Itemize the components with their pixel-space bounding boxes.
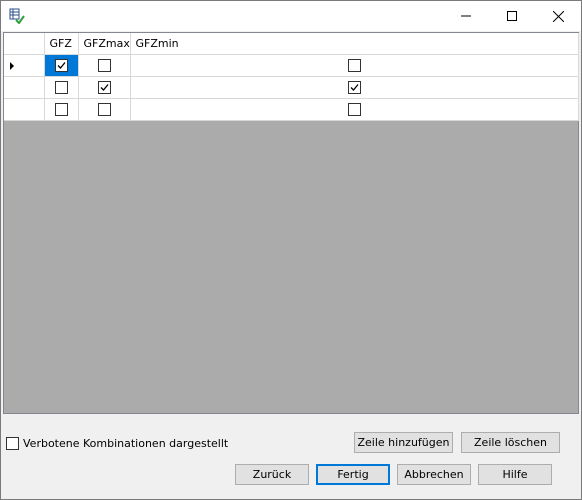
checkbox[interactable]: [54, 59, 68, 73]
cell-gfz[interactable]: [44, 76, 79, 99]
row-header[interactable]: [4, 54, 45, 77]
checkbox[interactable]: [347, 81, 361, 95]
checkbox[interactable]: [54, 103, 68, 117]
forbidden-combinations-checkbox[interactable]: [6, 437, 19, 450]
add-row-button[interactable]: Zeile hinzufügen: [354, 432, 453, 453]
cell-gfzmax[interactable]: [78, 54, 131, 77]
cancel-button[interactable]: Abbrechen: [397, 464, 471, 485]
maximize-icon: [507, 11, 517, 21]
minimize-icon: [461, 15, 471, 17]
combination-grid[interactable]: GFZ GFZmax GFZmin: [3, 32, 579, 414]
cell-gfzmin[interactable]: [130, 98, 579, 121]
header-row: GFZ GFZmax GFZmin: [4, 33, 579, 55]
table-row[interactable]: [4, 76, 579, 99]
checkbox[interactable]: [347, 59, 361, 73]
minimize-button[interactable]: [443, 1, 489, 31]
row-indicator-icon: [10, 62, 14, 70]
forbidden-combinations-option[interactable]: Verbotene Kombinationen dargestellt: [6, 437, 228, 450]
table-row[interactable]: [4, 98, 579, 121]
column-header-gfz[interactable]: GFZ: [44, 33, 79, 55]
forbidden-combinations-label: Verbotene Kombinationen dargestellt: [23, 437, 229, 450]
cell-gfzmax[interactable]: [78, 76, 131, 99]
cell-gfz[interactable]: [44, 98, 79, 121]
checkbox[interactable]: [97, 103, 111, 117]
row-header[interactable]: [4, 76, 45, 99]
dialog-window: GFZ GFZmax GFZmin Verbotene Kombinatione…: [0, 0, 582, 500]
close-button[interactable]: [535, 1, 581, 31]
checkbox[interactable]: [97, 59, 111, 73]
row-header[interactable]: [4, 98, 45, 121]
column-header-gfzmin[interactable]: GFZmin: [130, 33, 579, 55]
checkbox[interactable]: [347, 103, 361, 117]
close-icon: [552, 10, 564, 22]
cell-gfzmin[interactable]: [130, 54, 579, 77]
back-button[interactable]: Zurück: [235, 464, 309, 485]
table-check-icon: [9, 8, 25, 25]
maximize-button[interactable]: [489, 1, 535, 31]
delete-row-button[interactable]: Zeile löschen: [461, 432, 560, 453]
cell-gfzmax[interactable]: [78, 98, 131, 121]
data-grid-table: GFZ GFZmax GFZmin: [4, 33, 579, 121]
help-button[interactable]: Hilfe: [478, 464, 552, 485]
table-row[interactable]: [4, 54, 579, 77]
finish-button[interactable]: Fertig: [316, 464, 390, 485]
column-header-gfzmax[interactable]: GFZmax: [78, 33, 131, 55]
cell-gfz[interactable]: [44, 54, 79, 77]
checkbox[interactable]: [97, 81, 111, 95]
corner-header: [4, 33, 45, 55]
cell-gfzmin[interactable]: [130, 76, 579, 99]
title-bar: [1, 1, 581, 31]
checkbox[interactable]: [54, 81, 68, 95]
